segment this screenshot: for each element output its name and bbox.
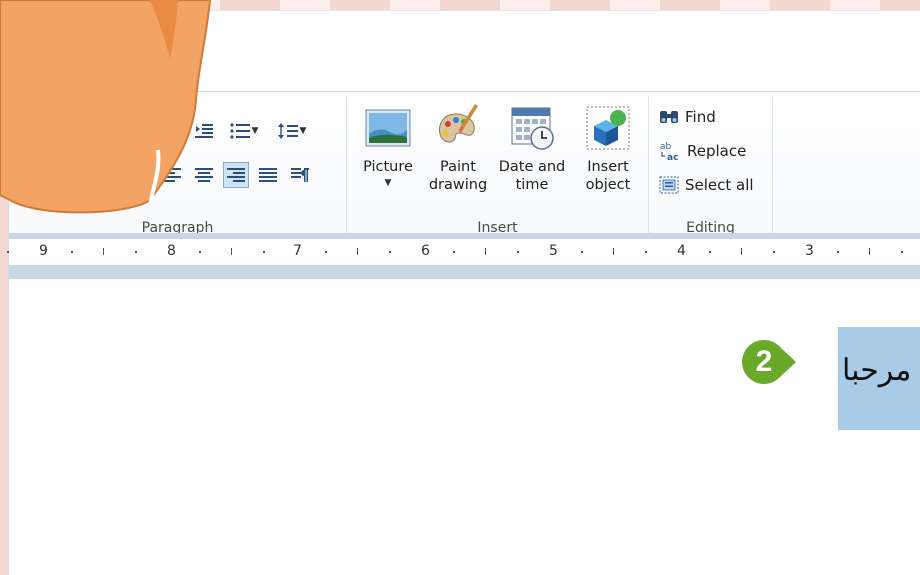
ruler-number: 5 bbox=[549, 243, 558, 259]
object-cube-icon bbox=[586, 106, 630, 150]
selected-text[interactable]: مرحبا bbox=[838, 353, 920, 388]
ruler-strip: 9 8 7 6 5 4 3 bbox=[7, 239, 920, 265]
chevron-down-icon: ▼ bbox=[299, 126, 307, 136]
select-all-label: Select all bbox=[685, 176, 754, 194]
ruler-tick bbox=[135, 251, 137, 253]
document-area[interactable]: 2 مرحبا bbox=[9, 279, 920, 575]
select-all-icon bbox=[659, 176, 679, 194]
line-spacing-icon bbox=[277, 123, 298, 139]
ruler-tick bbox=[837, 251, 839, 253]
ruler-tick bbox=[199, 251, 201, 253]
ruler-number: 9 bbox=[39, 243, 48, 259]
binoculars-icon bbox=[660, 111, 678, 123]
ruler-tick bbox=[517, 251, 519, 253]
ruler-tick bbox=[773, 251, 775, 253]
paint-drawing-label: Paint drawing bbox=[428, 159, 488, 193]
chevron-down-icon: ▼ bbox=[251, 126, 259, 136]
step-number: 2 bbox=[755, 345, 773, 378]
date-time-label: Date and time bbox=[498, 159, 566, 193]
line-spacing-button[interactable]: ▼ bbox=[271, 118, 313, 144]
ruler-tick bbox=[613, 248, 614, 255]
replace-button[interactable]: ab ac Replace bbox=[659, 138, 746, 164]
ruler-tick bbox=[741, 248, 742, 255]
ruler-number: 7 bbox=[293, 243, 302, 259]
ruler-tick bbox=[357, 248, 358, 255]
ruler-number: 4 bbox=[677, 243, 686, 259]
ruler-tick bbox=[325, 251, 327, 253]
ruler-tick bbox=[389, 251, 391, 253]
paragraph-settings-icon bbox=[291, 168, 309, 182]
calendar-clock-icon bbox=[511, 107, 554, 150]
align-right-button[interactable] bbox=[223, 162, 249, 188]
chevron-down-icon: ▼ bbox=[384, 178, 392, 188]
ruler-tick bbox=[453, 251, 455, 253]
ruler-tick bbox=[645, 251, 647, 253]
ruler-tick bbox=[103, 248, 104, 255]
select-all-button[interactable]: Select all bbox=[659, 172, 754, 198]
editing-group: Find ab ac Replace Select all Editing bbox=[649, 96, 773, 238]
paint-drawing-button[interactable]: Paint drawing bbox=[423, 104, 493, 204]
align-right-icon bbox=[227, 168, 245, 182]
hand-pointer-icon bbox=[0, 0, 212, 214]
insert-object-label: Insert object bbox=[585, 159, 631, 193]
find-button[interactable]: Find bbox=[659, 104, 716, 130]
picture-label: Picture bbox=[363, 159, 413, 175]
ruler-tick bbox=[709, 251, 711, 253]
picture-icon bbox=[365, 109, 411, 147]
paint-palette-icon bbox=[439, 104, 478, 143]
replace-label: Replace bbox=[687, 142, 747, 160]
ruler-tick bbox=[263, 251, 265, 253]
bullets-button[interactable]: ▼ bbox=[223, 118, 265, 144]
ruler-tick bbox=[7, 251, 9, 253]
insert-object-button[interactable]: Insert object bbox=[573, 104, 643, 204]
replace-icon: ab ac bbox=[660, 142, 678, 161]
find-label: Find bbox=[685, 108, 716, 126]
ruler[interactable]: 9 8 7 6 5 4 3 bbox=[7, 233, 920, 279]
ruler-tick bbox=[71, 251, 73, 253]
ruler-number: 3 bbox=[805, 243, 814, 259]
text-selection[interactable]: مرحبا bbox=[838, 327, 920, 430]
insert-group: Picture ▼ Paint drawing Date and time In… bbox=[347, 96, 649, 238]
paragraph-settings-button[interactable] bbox=[287, 162, 313, 188]
step-badge: 2 bbox=[742, 335, 796, 389]
bullet-list-icon bbox=[229, 123, 250, 139]
ruler-number: 6 bbox=[421, 243, 430, 259]
ruler-tick bbox=[581, 251, 583, 253]
svg-text:ac: ac bbox=[667, 153, 678, 161]
justify-button[interactable] bbox=[255, 162, 281, 188]
ruler-number: 8 bbox=[167, 243, 176, 259]
date-time-button[interactable]: Date and time bbox=[497, 104, 567, 204]
ruler-tick bbox=[231, 248, 232, 255]
justify-icon bbox=[259, 168, 277, 182]
svg-text:ab: ab bbox=[660, 142, 672, 152]
ruler-tick bbox=[485, 248, 486, 255]
ruler-tick bbox=[901, 251, 903, 253]
ruler-tick bbox=[869, 248, 870, 255]
picture-button[interactable]: Picture ▼ bbox=[353, 104, 423, 204]
